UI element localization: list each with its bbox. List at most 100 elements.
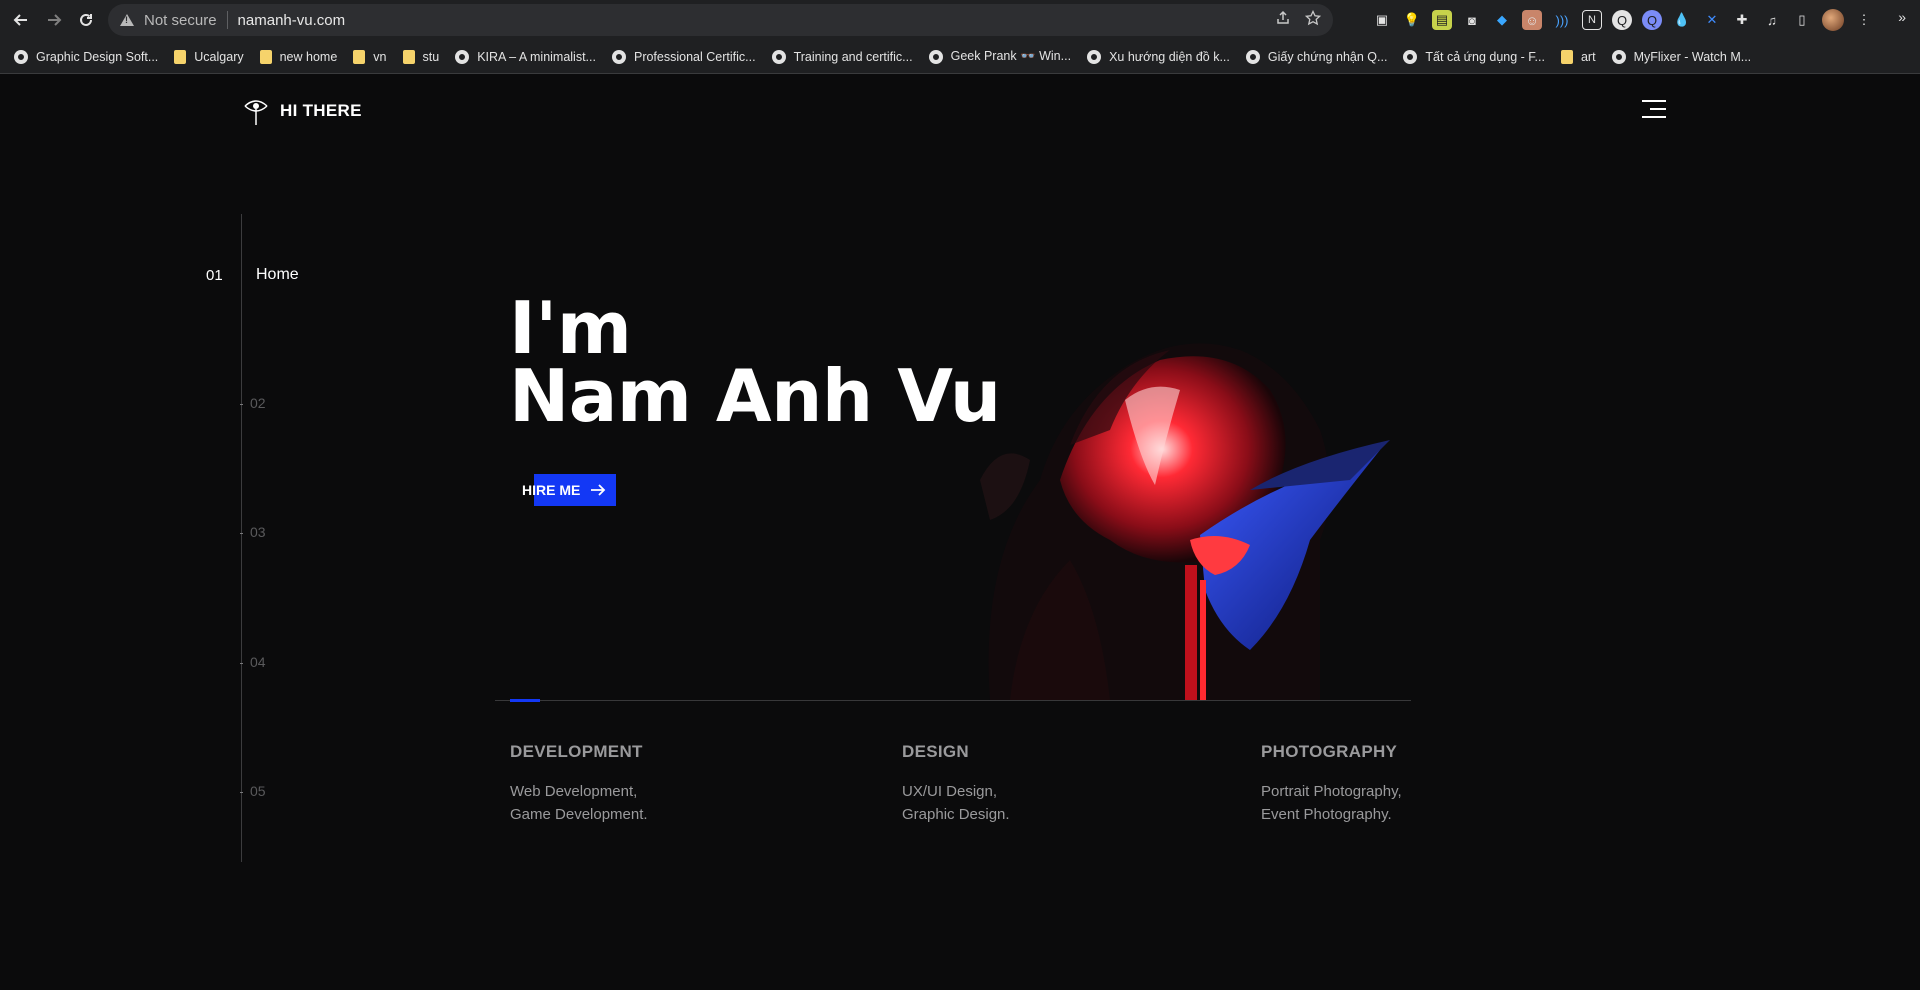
arrow-left-icon [13,14,27,26]
site-logo[interactable]: HI THERE [242,96,362,126]
bookmark-label: vn [373,49,387,64]
hire-me-label: HIRE ME [522,482,581,498]
diamond-icon[interactable]: ◆ [1492,10,1512,30]
bookmark-label: Professional Certific... [633,49,756,64]
globe-icon [1403,49,1418,64]
bookmark-item[interactable]: Professional Certific... [611,49,756,64]
extensions-bar: ▣ 💡 ▤ ◙ ◆ ☺ ))) N Q Q 💧 ✕ ✚ ♫ ▯ ⋮ [1372,8,1874,32]
section-nav-item-02[interactable]: 02 [250,395,280,411]
service-line: Event Photography. [1261,806,1392,823]
bookmark-item[interactable]: Graphic Design Soft... [14,49,159,64]
bookmark-item[interactable]: art [1560,49,1596,64]
back-button[interactable] [5,4,37,36]
nav-tick [240,663,243,664]
section-number: 02 [250,395,266,411]
sound-waves-icon[interactable]: ))) [1552,10,1572,30]
service-description: UX/UI Design, Graphic Design. [902,780,1010,826]
bookmark-label: KIRA – A minimalist... [477,49,596,64]
globe-icon [1087,49,1102,64]
bookmark-label: Training and certific... [793,49,913,64]
reload-button[interactable] [70,4,102,36]
bookmark-label: art [1580,49,1596,64]
section-nav-item-05[interactable]: 05 [250,783,280,799]
profile-avatar[interactable] [1822,9,1844,31]
service-line: Game Development. [510,806,648,823]
service-design: DESIGN UX/UI Design, Graphic Design. [902,742,1010,826]
globe-icon [1611,49,1626,64]
browser-toolbar: Not secure namanh-vu.com ▣ 💡 ▤ ◙ ◆ ☺ )))… [0,0,1920,40]
avatar-extension-icon[interactable]: ☺ [1522,10,1542,30]
bookmark-label: Graphic Design Soft... [36,49,159,64]
bookmark-label: stu [422,49,440,64]
url-text[interactable]: namanh-vu.com [238,12,346,29]
slide-progress-bar [510,699,540,702]
hire-me-button[interactable]: HIRE ME [522,474,617,506]
bookmark-item[interactable]: Training and certific... [771,49,913,64]
globe-icon [455,49,470,64]
menu-line-icon [1642,116,1666,118]
menu-line-icon [1642,100,1666,102]
bulb-icon[interactable]: 💡 [1402,10,1422,30]
hero-heading: I'm Nam Anh Vu [509,286,1001,432]
service-description: Portrait Photography, Event Photography. [1261,780,1402,826]
address-bar[interactable]: Not secure namanh-vu.com [108,4,1333,36]
bookmark-item[interactable]: stu [402,49,440,64]
service-line: UX/UI Design, [902,783,998,800]
globe-icon [771,49,786,64]
side-panel-icon[interactable]: ▯ [1792,10,1812,30]
section-number: 01 [206,266,223,284]
search-blue-icon[interactable]: Q [1642,10,1662,30]
section-nav-item-04[interactable]: 04 [250,654,280,670]
bookmark-item[interactable]: KIRA – A minimalist... [455,49,596,64]
forward-button[interactable] [38,4,70,36]
folder-icon [259,49,272,64]
folder-icon [174,49,187,64]
search-lens-icon[interactable]: Q [1612,10,1632,30]
bookmark-item[interactable]: MyFlixer - Watch M... [1611,49,1752,64]
translate-icon[interactable]: ✕ [1702,10,1722,30]
notion-icon[interactable]: N [1582,10,1602,30]
globe-icon [14,49,28,64]
bookmark-star-icon[interactable] [1305,10,1321,26]
bookmark-label: Tất cả ứng dụng - F... [1425,49,1545,64]
drop-icon[interactable]: 💧 [1672,10,1692,30]
kebab-menu-icon[interactable]: ⋮ [1854,10,1874,30]
bookmark-label: new home [279,49,338,64]
service-line: Graphic Design. [902,806,1010,823]
hero-heading-line-1: I'm [509,286,632,370]
camera-icon[interactable]: ◙ [1462,10,1482,30]
bookmark-item[interactable]: vn [353,49,387,64]
section-nav-item-03[interactable]: 03 [250,524,280,540]
extension-green-icon[interactable]: ▤ [1432,10,1452,30]
service-development: DEVELOPMENT Web Development, Game Develo… [510,742,648,826]
bookmark-item[interactable]: Geek Prank 👓 Win... [928,49,1072,64]
share-icon[interactable] [1275,10,1291,26]
arrow-right-icon [591,484,606,496]
section-nav-item-01[interactable]: 01 Home [206,266,299,284]
bookmark-item[interactable]: new home [259,49,338,64]
bookmark-item[interactable]: Giấy chứng nhận Q... [1245,49,1387,64]
hamburger-menu-button[interactable] [1642,100,1666,120]
bookmark-item[interactable]: Xu hướng diện đồ k... [1087,49,1230,64]
service-photography: PHOTOGRAPHY Portrait Photography, Event … [1261,742,1402,826]
bookmark-label: MyFlixer - Watch M... [1633,49,1752,64]
hero-divider [495,700,1411,701]
bookmark-item[interactable]: Tất cả ứng dụng - F... [1403,49,1545,64]
bookmarks-bar: Graphic Design Soft... Ucalgary new home vn… [0,40,1920,74]
service-title: DEVELOPMENT [510,742,643,761]
bookmark-label: Geek Prank 👓 Win... [950,49,1072,63]
service-title: DESIGN [902,742,969,761]
bookmark-label: Ucalgary [194,49,244,64]
bookmarks-overflow-button[interactable]: » [1898,9,1906,25]
arrow-right-icon [48,14,62,26]
globe-icon [611,49,626,64]
nav-tick [240,404,243,405]
service-description: Web Development, Game Development. [510,780,648,826]
bookmark-item[interactable]: Ucalgary [174,49,244,64]
media-control-icon[interactable]: ♫ [1762,10,1782,30]
puzzle-icon[interactable]: ✚ [1732,10,1752,30]
cast-icon[interactable]: ▣ [1372,10,1392,30]
section-number: 04 [250,654,266,670]
globe-icon [1245,49,1260,64]
service-line: Portrait Photography, [1261,783,1402,800]
